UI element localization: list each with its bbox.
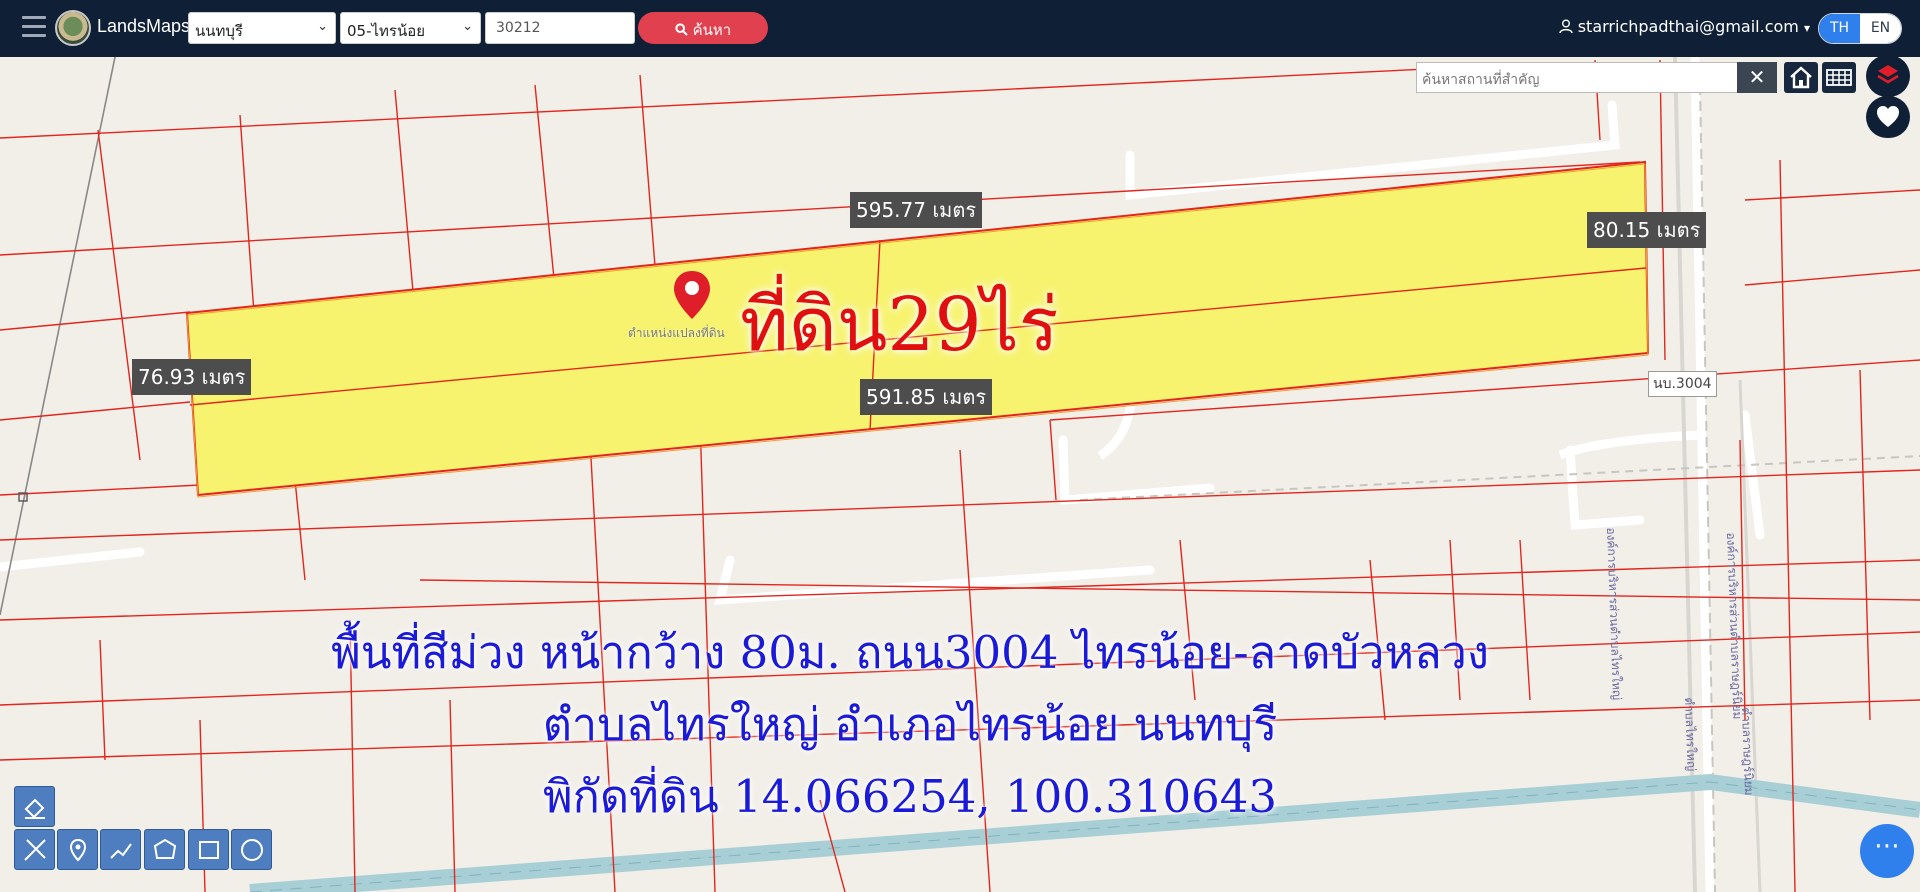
measure-tool-button[interactable] [14, 829, 55, 870]
layers-icon[interactable] [1866, 55, 1910, 97]
pin-tool-button[interactable] [57, 829, 98, 870]
district-value: 05-ไทรน้อย [347, 22, 426, 40]
description-line: พิกัดที่ดิน 14.066254, 100.310643 [542, 770, 1278, 823]
measurement-label: 595.77 เมตร [850, 192, 983, 228]
brand-logo[interactable] [55, 10, 91, 46]
polygon-tool-button[interactable] [144, 829, 185, 870]
brand-name[interactable]: LandsMaps [97, 16, 190, 37]
pin-label: ตำแหน่งแปลงที่ดิน [628, 326, 725, 340]
district-select[interactable]: 05-ไทรน้อย ⌄ [340, 12, 481, 44]
hamburger-icon[interactable] [22, 16, 46, 38]
search-button[interactable]: ค้นหา [638, 12, 768, 44]
top-navbar: LandsMaps นนทบุรี ⌄ 05-ไทรน้อย ⌄ 30212 ค… [0, 0, 1920, 57]
parcel-number-input[interactable]: 30212 [485, 12, 635, 44]
user-email: starrichpadthai@gmail.com [1577, 17, 1799, 36]
province-value: นนทบุรี [195, 22, 243, 40]
user-icon [1558, 17, 1578, 36]
search-icon [675, 21, 693, 39]
user-menu[interactable]: starrichpadthai@gmail.com ▾ [1558, 17, 1810, 36]
map-pin-icon[interactable] [672, 269, 712, 325]
description-line: พื้นที่สีม่วง หน้ากว้าง 80ม. ถนน3004 ไทร… [331, 626, 1489, 679]
language-toggle[interactable]: TH EN [1818, 13, 1902, 44]
close-icon[interactable]: ✕ [1737, 62, 1777, 93]
home-icon[interactable] [1784, 62, 1818, 93]
more-icon[interactable]: ⋯ [1860, 824, 1914, 878]
road-label: นบ.3004 [1648, 371, 1717, 397]
lang-th-button[interactable]: TH [1819, 14, 1860, 43]
eraser-tool-button[interactable] [14, 786, 55, 827]
description-line: ตำบลไทรใหญ่ อำเภอไทรน้อย นนทบุรี [542, 698, 1278, 751]
chevron-down-icon: ▾ [1803, 21, 1810, 35]
rectangle-tool-button[interactable] [188, 829, 229, 870]
measurement-label: 591.85 เมตร [860, 379, 993, 415]
chevron-down-icon: ⌄ [317, 19, 328, 34]
title-overlay: ที่ดิน29ไร่ [740, 282, 1059, 368]
search-button-label: ค้นหา [692, 21, 732, 39]
circle-tool-button[interactable] [231, 829, 272, 870]
lang-en-button[interactable]: EN [1860, 14, 1901, 43]
place-search-input[interactable]: ค้นหาสถานที่สำคัญ [1416, 62, 1738, 93]
map-canvas[interactable]: 595.77 เมตร 80.15 เมตร 76.93 เมตร 591.85… [0, 57, 1920, 892]
description-overlay: พื้นที่สีม่วง หน้ากว้าง 80ม. ถนน3004 ไทร… [0, 617, 1820, 833]
province-select[interactable]: นนทบุรี ⌄ [188, 12, 336, 44]
measurement-label: 80.15 เมตร [1587, 212, 1707, 248]
heart-icon[interactable] [1866, 96, 1910, 138]
line-tool-button[interactable] [100, 829, 141, 870]
measurement-label: 76.93 เมตร [132, 359, 252, 395]
grid-icon[interactable] [1822, 62, 1856, 93]
chevron-down-icon: ⌄ [462, 19, 473, 34]
